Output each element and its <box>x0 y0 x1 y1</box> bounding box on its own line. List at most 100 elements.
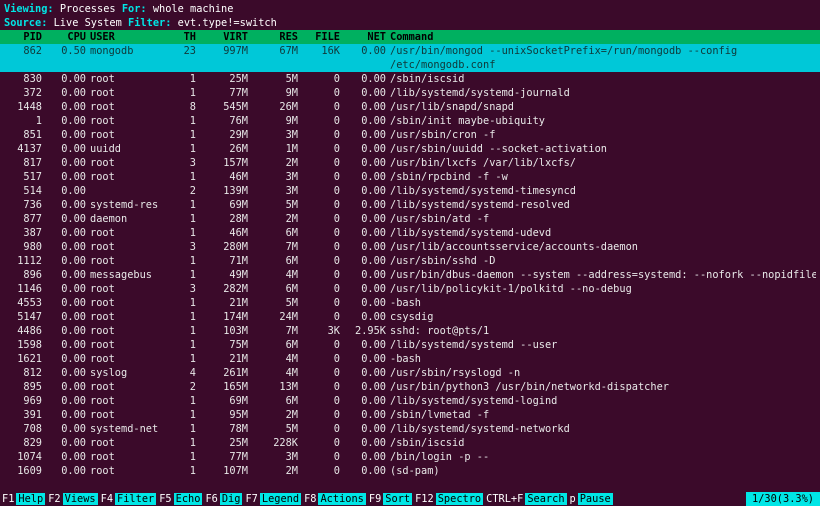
table-row[interactable]: 8950.00root2165M13M00.00/usr/bin/python3… <box>4 380 816 394</box>
cell-file: 0 <box>302 86 346 100</box>
col-file[interactable]: FILE <box>302 30 346 44</box>
table-row[interactable]: 3910.00root195M2M00.00/sbin/lvmetad -f <box>4 408 816 422</box>
cell-cpu: 0.00 <box>46 198 90 212</box>
cell-cmd: -bash <box>390 352 816 366</box>
process-list[interactable]: 8300.00root125M5M00.00/sbin/iscsid3720.0… <box>0 72 820 478</box>
col-cpu[interactable]: CPU <box>46 30 90 44</box>
table-row[interactable]: 9800.00root3280M7M00.00/usr/lib/accounts… <box>4 240 816 254</box>
cell-file: 0 <box>302 282 346 296</box>
table-row[interactable]: 8510.00root129M3M00.00/usr/sbin/cron -f <box>4 128 816 142</box>
cell-cpu: 0.00 <box>46 170 90 184</box>
fkey-action[interactable]: Actions <box>318 493 365 505</box>
table-row[interactable]: 16210.00root121M4M00.00-bash <box>4 352 816 366</box>
cell-net: 0.00 <box>346 296 390 310</box>
cell-th: 1 <box>178 142 200 156</box>
cell-pid: 829 <box>4 436 46 450</box>
table-row[interactable]: 44860.00root1103M7M3K2.95Ksshd: root@pts… <box>4 324 816 338</box>
fkey-action[interactable]: Legend <box>260 493 301 505</box>
table-row[interactable]: 8300.00root125M5M00.00/sbin/iscsid <box>4 72 816 86</box>
cell-virt: 261M <box>200 366 252 380</box>
table-row[interactable]: 8290.00root125M228K00.00/sbin/iscsid <box>4 436 816 450</box>
fkey-action[interactable]: Views <box>63 493 98 505</box>
table-row[interactable]: 11460.00root3282M6M00.00/usr/lib/policyk… <box>4 282 816 296</box>
fkey-action[interactable]: Filter <box>115 493 156 505</box>
col-user[interactable]: USER <box>90 30 178 44</box>
cell-pid: 1074 <box>4 450 46 464</box>
fkey-action[interactable]: Pause <box>578 493 613 505</box>
table-row[interactable]: 41370.00uuidd126M1M00.00/usr/sbin/uuidd … <box>4 142 816 156</box>
table-row[interactable]: 11120.00root171M6M00.00/usr/sbin/sshd -D <box>4 254 816 268</box>
table-row[interactable]: 3870.00root146M6M00.00/lib/systemd/syste… <box>4 226 816 240</box>
cell-th: 1 <box>178 324 200 338</box>
cell-virt: 29M <box>200 128 252 142</box>
table-row[interactable]: 14480.00root8545M26M00.00/usr/lib/snapd/… <box>4 100 816 114</box>
cell-file: 0 <box>302 254 346 268</box>
table-row[interactable]: 10.00root176M9M00.00/sbin/init maybe-ubi… <box>4 114 816 128</box>
cell-cpu: 0.00 <box>46 72 90 86</box>
table-row[interactable]: 9690.00root169M6M00.00/lib/systemd/syste… <box>4 394 816 408</box>
col-th[interactable]: TH <box>178 30 200 44</box>
cell-res: 5M <box>252 296 302 310</box>
table-row[interactable]: 5170.00root146M3M00.00/sbin/rpcbind -f -… <box>4 170 816 184</box>
cell-cpu: 0.00 <box>46 408 90 422</box>
table-row[interactable]: 51470.00root1174M24M00.00csysdig <box>4 310 816 324</box>
cell-net: 0.00 <box>346 212 390 226</box>
table-row[interactable]: 15980.00root175M6M00.00/lib/systemd/syst… <box>4 338 816 352</box>
cell-th: 1 <box>178 436 200 450</box>
table-row[interactable]: 8120.00syslog4261M4M00.00/usr/sbin/rsysl… <box>4 366 816 380</box>
cell-user: root <box>90 170 178 184</box>
cell-cmd: /usr/sbin/rsyslogd -n <box>390 366 816 380</box>
cell-virt: 49M <box>200 268 252 282</box>
cell-virt: 77M <box>200 86 252 100</box>
table-row[interactable]: 8960.00messagebus149M4M00.00/usr/bin/dbu… <box>4 268 816 282</box>
cell-user: root <box>90 450 178 464</box>
cell-user: root <box>90 156 178 170</box>
cell-virt: 28M <box>200 212 252 226</box>
cell-virt: 76M <box>200 114 252 128</box>
selected-row[interactable]: 862 0.50 mongodb 23 997M 67M 16K 0.00 /u… <box>0 44 820 72</box>
cell-virt: 26M <box>200 142 252 156</box>
col-cmd[interactable]: Command <box>390 30 816 44</box>
fkey-action[interactable]: Dig <box>220 493 243 505</box>
table-row[interactable]: 10740.00root177M3M00.00/bin/login -p -- <box>4 450 816 464</box>
cell-th: 1 <box>178 72 200 86</box>
col-pid[interactable]: PID <box>4 30 46 44</box>
cell-res: 7M <box>252 240 302 254</box>
table-row[interactable]: 8170.00root3157M2M00.00/usr/bin/lxcfs /v… <box>4 156 816 170</box>
cell-pid: 736 <box>4 198 46 212</box>
fkey-label: CTRL+F <box>484 493 525 505</box>
fkey-action[interactable]: Echo <box>174 493 203 505</box>
cell-file: 0 <box>302 338 346 352</box>
cell-res: 2M <box>252 156 302 170</box>
cell-cpu: 0.00 <box>46 422 90 436</box>
cell-res: 4M <box>252 352 302 366</box>
fkey-action[interactable]: Spectro <box>436 493 483 505</box>
viewing-label: Viewing: <box>4 3 54 15</box>
table-row[interactable]: 5140.002139M3M00.00/lib/systemd/systemd-… <box>4 184 816 198</box>
col-res[interactable]: RES <box>252 30 302 44</box>
col-net[interactable]: NET <box>346 30 390 44</box>
table-row[interactable]: 7080.00systemd-net178M5M00.00/lib/system… <box>4 422 816 436</box>
cell-res: 2M <box>252 212 302 226</box>
cell-user: root <box>90 128 178 142</box>
cell-res: 9M <box>252 114 302 128</box>
cell-pid: 517 <box>4 170 46 184</box>
cell-th: 1 <box>178 296 200 310</box>
fkey-action[interactable]: Sort <box>383 493 412 505</box>
fkey-action[interactable]: Search <box>525 493 566 505</box>
cell-net: 0.00 <box>346 226 390 240</box>
col-virt[interactable]: VIRT <box>200 30 252 44</box>
table-row[interactable]: 7360.00systemd-res169M5M00.00/lib/system… <box>4 198 816 212</box>
cell-res: 13M <box>252 380 302 394</box>
cell-th: 1 <box>178 114 200 128</box>
table-row[interactable]: 16090.00root1107M2M00.00(sd-pam) <box>4 464 816 478</box>
cell-th: 1 <box>178 226 200 240</box>
cell-cpu: 0.00 <box>46 128 90 142</box>
table-row[interactable]: 3720.00root177M9M00.00/lib/systemd/syste… <box>4 86 816 100</box>
column-headers[interactable]: PID CPU USER TH VIRT RES FILE NET Comman… <box>0 30 820 44</box>
table-row[interactable]: 45530.00root121M5M00.00-bash <box>4 296 816 310</box>
fkey-action[interactable]: Help <box>16 493 45 505</box>
cell-net: 0.00 <box>346 142 390 156</box>
cell-user: root <box>90 114 178 128</box>
table-row[interactable]: 8770.00daemon128M2M00.00/usr/sbin/atd -f <box>4 212 816 226</box>
